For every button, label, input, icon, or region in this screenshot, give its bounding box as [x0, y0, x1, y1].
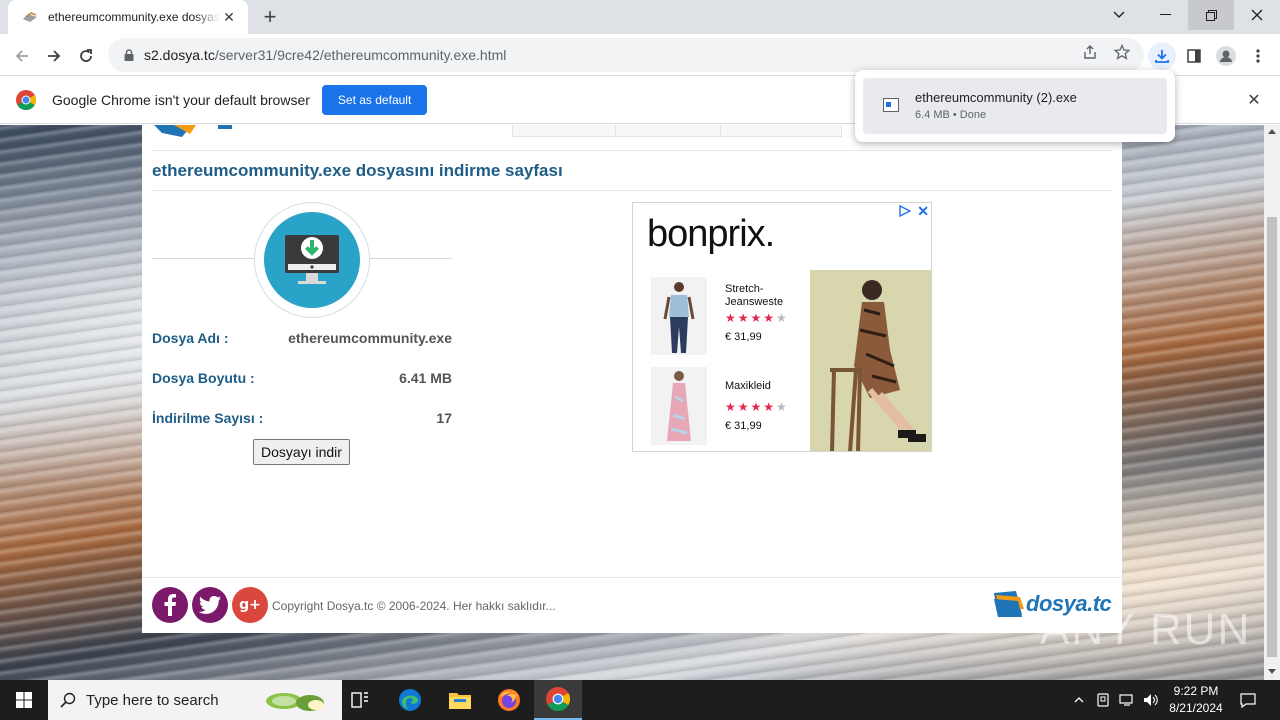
download-count-row: İndirilme Sayısı : 17 — [152, 410, 452, 430]
tab-title: ethereumcommunity.exe dosyasını indirme … — [48, 10, 220, 24]
product-price: € 31,99 — [725, 420, 762, 432]
footer-divider — [142, 577, 1122, 578]
advertisement[interactable]: bonprix. ✕ Stretch-Jeansweste ★★★★★ € 31… — [632, 202, 932, 452]
copyright-text: Copyright Dosya.tc © 2006-2024. Her hakk… — [272, 599, 556, 613]
download-count-value: 17 — [436, 410, 452, 426]
page-title: ethereumcommunity.exe dosyasını indirme … — [152, 161, 563, 180]
page-viewport: ethereumcommunity.exe dosyasını indirme … — [0, 125, 1264, 680]
bookmark-star-icon[interactable] — [1111, 41, 1133, 63]
tab-active[interactable]: ethereumcommunity.exe dosyasını indirme … — [8, 0, 248, 34]
product-image-dress[interactable] — [651, 367, 707, 445]
share-icon[interactable] — [1079, 41, 1101, 63]
menu-kebab-icon[interactable] — [1244, 42, 1272, 70]
google-plus-icon[interactable]: g+ — [232, 587, 268, 623]
chrome-logo-icon — [16, 89, 36, 110]
address-bar[interactable]: s2.dosya.tc/server31/9cre42/ethereumcomm… — [108, 38, 1144, 72]
download-file-button[interactable]: Dosyayı indir — [253, 439, 350, 465]
tray-overflow-icon[interactable] — [1070, 680, 1088, 720]
adchoices-icon[interactable] — [899, 205, 911, 217]
product-rating: ★★★★★ — [725, 400, 789, 414]
file-size-value: 6.41 MB — [399, 370, 452, 386]
divider — [152, 190, 1112, 191]
file-size-row: Dosya Boyutu : 6.41 MB — [152, 370, 452, 390]
site-favicon-icon — [22, 9, 38, 25]
back-icon[interactable] — [8, 42, 36, 70]
tab-strip: ethereumcommunity.exe dosyasını indirme … — [0, 0, 1280, 34]
content-panel: ethereumcommunity.exe dosyasını indirme … — [142, 125, 1122, 633]
profile-avatar-icon[interactable] — [1212, 42, 1240, 70]
anyrun-watermark: ANY RUN — [1040, 605, 1252, 654]
download-item[interactable]: ethereumcommunity (2).exe 6.4 MB • Done — [863, 78, 1167, 134]
forward-icon[interactable] — [40, 42, 68, 70]
task-view-icon[interactable] — [336, 680, 384, 720]
taskbar-search[interactable]: Type here to search — [48, 680, 342, 720]
restore-button[interactable] — [1188, 0, 1234, 30]
scrollbar-thumb[interactable] — [1267, 217, 1277, 657]
search-icon — [60, 692, 76, 708]
ad-close-icon[interactable]: ✕ — [917, 203, 929, 220]
file-name-label: Dosya Adı : — [152, 330, 229, 346]
firefox-icon[interactable] — [485, 680, 533, 720]
device-icon[interactable] — [1094, 680, 1112, 720]
product-image-vest[interactable] — [651, 277, 707, 355]
file-name-value: ethereumcommunity.exe — [288, 330, 452, 346]
search-placeholder: Type here to search — [86, 691, 219, 709]
reload-icon[interactable] — [72, 42, 100, 70]
tab-search-icon[interactable] — [1096, 0, 1142, 30]
vertical-scrollbar[interactable] — [1264, 125, 1280, 680]
facebook-icon[interactable] — [152, 587, 188, 623]
ad-model-image[interactable] — [810, 270, 931, 451]
download-count-label: İndirilme Sayısı : — [152, 410, 264, 426]
scroll-up-icon[interactable] — [1268, 129, 1276, 134]
download-file-name[interactable]: ethereumcommunity (2).exe — [915, 90, 1077, 105]
volume-icon[interactable] — [1141, 680, 1161, 720]
edge-icon[interactable] — [386, 680, 434, 720]
clock-date: 8/21/2024 — [1169, 701, 1223, 715]
windows-start-icon[interactable] — [0, 680, 48, 720]
divider — [152, 150, 1112, 151]
tab-close-icon[interactable]: ✕ — [220, 8, 238, 26]
infobar-close-icon[interactable]: ✕ — [1244, 90, 1264, 110]
url-text[interactable]: s2.dosya.tc/server31/9cre42/ethereumcomm… — [144, 47, 506, 63]
lock-icon[interactable] — [122, 48, 136, 62]
exe-file-icon — [883, 98, 899, 112]
downloads-icon[interactable] — [1148, 42, 1176, 70]
search-highlight-icon — [266, 693, 324, 711]
infobar-message: Google Chrome isn't your default browser — [52, 91, 310, 108]
file-explorer-icon[interactable] — [436, 680, 484, 720]
ad-brand[interactable]: bonprix. — [647, 213, 775, 256]
close-window-button[interactable] — [1234, 0, 1280, 30]
product-price: € 31,99 — [725, 331, 762, 343]
clock-time: 9:22 PM — [1173, 684, 1219, 698]
chrome-taskbar-icon[interactable] — [534, 680, 582, 720]
notifications-icon[interactable] — [1234, 680, 1262, 720]
new-tab-button[interactable]: + — [258, 6, 282, 30]
site-logo-partial[interactable] — [152, 125, 282, 137]
system-clock[interactable]: 9:22 PM 8/21/2024 — [1160, 683, 1232, 717]
product-name[interactable]: Maxikleid — [725, 380, 805, 393]
download-badge — [254, 202, 370, 318]
product-name[interactable]: Stretch-Jeansweste — [725, 283, 805, 309]
network-icon[interactable] — [1117, 680, 1137, 720]
downloads-bubble: ethereumcommunity (2).exe 6.4 MB • Done — [855, 70, 1175, 142]
monitor-download-icon — [285, 235, 339, 284]
minimize-button[interactable] — [1142, 0, 1188, 30]
product-rating: ★★★★★ — [725, 311, 789, 325]
windows-taskbar: Type here to search 9:22 PM 8/21/2024 — [0, 680, 1280, 720]
scroll-down-icon[interactable] — [1268, 669, 1276, 674]
file-size-label: Dosya Boyutu : — [152, 370, 255, 386]
top-nav-menu[interactable] — [512, 125, 842, 137]
download-status: 6.4 MB • Done — [915, 109, 987, 121]
twitter-icon[interactable] — [192, 587, 228, 623]
file-name-row: Dosya Adı : ethereumcommunity.exe — [152, 330, 452, 350]
set-as-default-button[interactable]: Set as default — [321, 84, 428, 115]
side-panel-icon[interactable] — [1180, 42, 1208, 70]
